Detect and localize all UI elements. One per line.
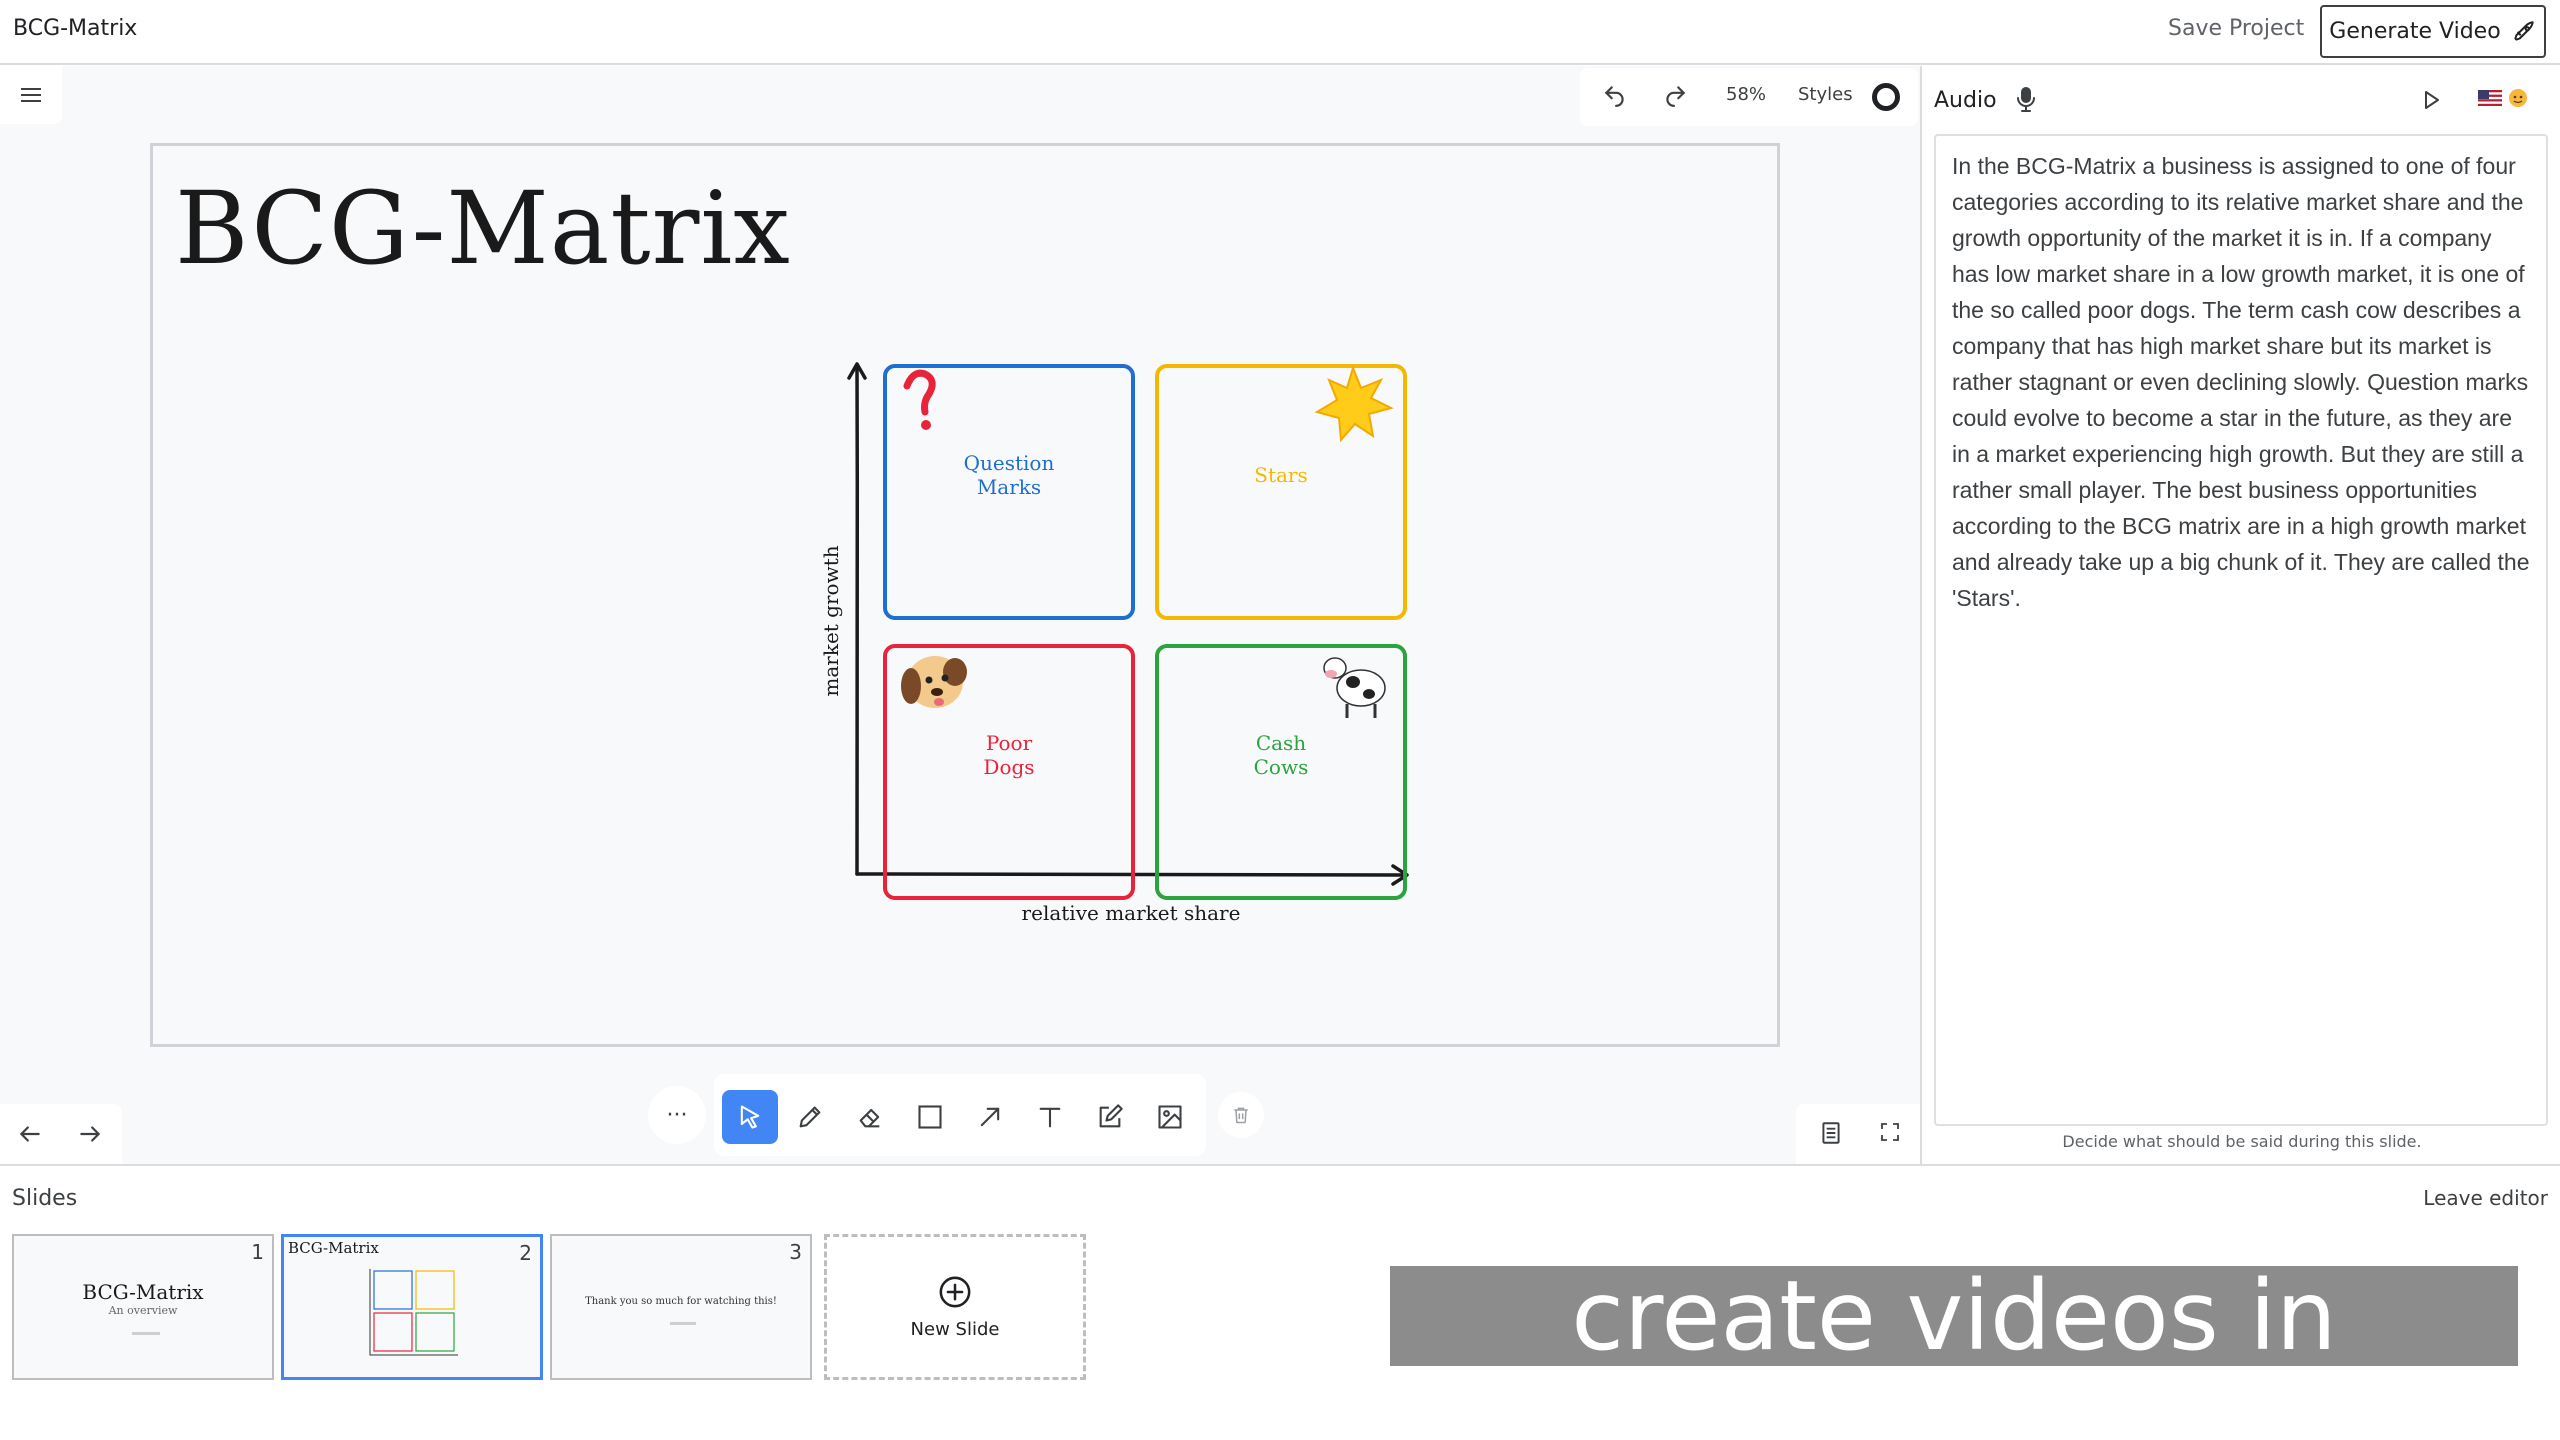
rocket-icon bbox=[2514, 20, 2534, 41]
app-title: BCG-Matrix bbox=[13, 16, 138, 41]
image-icon bbox=[1158, 1105, 1182, 1129]
more-icon: ··· bbox=[666, 1102, 688, 1128]
quadrant-label-dogs: Dogs bbox=[983, 755, 1034, 779]
slides-label: Slides bbox=[12, 1186, 78, 1211]
rectangle-icon bbox=[918, 1105, 942, 1129]
y-axis bbox=[854, 364, 860, 876]
select-tool[interactable] bbox=[722, 1090, 778, 1144]
narration-textarea[interactable]: In the BCG-Matrix a business is assigned… bbox=[1934, 134, 2548, 1126]
pencil-icon bbox=[799, 1106, 821, 1128]
arrow-diagonal-icon bbox=[980, 1107, 1000, 1127]
hamburger-icon bbox=[21, 88, 41, 102]
new-slide-button[interactable]: New Slide bbox=[824, 1234, 1086, 1380]
play-icon bbox=[2425, 91, 2439, 109]
x-axis-label: relative market share bbox=[1022, 901, 1241, 925]
arrow-tool[interactable] bbox=[962, 1090, 1018, 1144]
star-icon bbox=[1314, 364, 1394, 443]
us-flag-icon bbox=[2478, 90, 2502, 106]
more-tools-button[interactable]: ··· bbox=[648, 1086, 706, 1144]
arrow-right-icon bbox=[80, 1126, 101, 1142]
thumb-title: BCG-Matrix bbox=[82, 1280, 204, 1304]
styles-button[interactable]: Styles bbox=[1798, 84, 1853, 105]
edit-note-tool[interactable] bbox=[1082, 1090, 1138, 1144]
style-circle-icon bbox=[1872, 83, 1900, 111]
y-axis-label: market growth bbox=[819, 545, 843, 696]
quadrant-label-cows: Cows bbox=[1254, 755, 1309, 779]
previous-slide-button[interactable] bbox=[12, 1116, 48, 1152]
slide-thumbnail-2[interactable]: 2 BCG-Matrix bbox=[281, 1234, 543, 1380]
top-bar: BCG-Matrix Save Project Generate Video bbox=[0, 0, 2560, 65]
pencil-tool[interactable] bbox=[782, 1090, 838, 1144]
thumb-signature-mark bbox=[670, 1322, 696, 1325]
record-button[interactable] bbox=[2014, 86, 2038, 118]
slide-thumbnail-3[interactable]: 3 Thank you so much for watching this! bbox=[550, 1234, 812, 1380]
add-circle-icon bbox=[939, 1276, 971, 1307]
slide-number: 3 bbox=[789, 1240, 802, 1264]
quadrant-label-poor: Poor bbox=[986, 731, 1033, 755]
thumb-signature-mark bbox=[132, 1332, 160, 1335]
edit-square-icon bbox=[1099, 1104, 1123, 1128]
quadrant-label-marks: Marks bbox=[977, 475, 1041, 499]
save-project-button[interactable]: Save Project bbox=[2168, 16, 2304, 41]
canvas-right-tools bbox=[1796, 1104, 1920, 1164]
redo-icon bbox=[1666, 86, 1686, 107]
zoom-level-button[interactable]: 58% bbox=[1726, 84, 1766, 105]
voice-select[interactable] bbox=[2478, 88, 2528, 108]
next-slide-button[interactable] bbox=[72, 1116, 108, 1152]
question-mark-icon bbox=[903, 369, 936, 430]
delete-button[interactable] bbox=[1218, 1092, 1264, 1138]
narration-hint: Decide what should be said during this s… bbox=[2062, 1132, 2422, 1151]
microphone-icon bbox=[2017, 87, 2035, 112]
text-tool[interactable] bbox=[1022, 1090, 1078, 1144]
cow-icon bbox=[1323, 657, 1386, 718]
style-color-button[interactable] bbox=[1872, 83, 1900, 111]
promo-tagline: create videos in minutes bbox=[1390, 1266, 2518, 1440]
canvas-area: 58% Styles BCG-Matrix market growth rela… bbox=[0, 66, 1920, 1164]
fullscreen-icon bbox=[1881, 1123, 1899, 1141]
thumb-title: Thank you so much for watching this! bbox=[585, 1296, 777, 1307]
rectangle-tool[interactable] bbox=[902, 1090, 958, 1144]
play-audio-button[interactable] bbox=[2420, 86, 2444, 118]
notes-icon bbox=[1822, 1122, 1840, 1144]
image-tool[interactable] bbox=[1142, 1090, 1198, 1144]
redo-button[interactable] bbox=[1662, 82, 1688, 108]
undo-button[interactable] bbox=[1602, 82, 1628, 108]
menu-button[interactable] bbox=[0, 66, 62, 124]
avatar-icon bbox=[2509, 89, 2527, 107]
generate-video-label: Generate Video bbox=[2329, 19, 2501, 44]
canvas-top-toolbar: 58% Styles bbox=[1580, 68, 1918, 126]
bcg-diagram[interactable]: market growth relative market share Ques… bbox=[653, 346, 1413, 966]
quadrant-label-stars: Stars bbox=[1254, 463, 1308, 487]
dog-icon bbox=[901, 656, 967, 708]
styles-label: Styles bbox=[1798, 84, 1853, 105]
slide-thumbnail-1[interactable]: 1 BCG-Matrix An overview bbox=[12, 1234, 274, 1380]
eraser-tool[interactable] bbox=[842, 1090, 898, 1144]
slide-title[interactable]: BCG-Matrix bbox=[175, 170, 791, 287]
leave-editor-button[interactable]: Leave editor bbox=[2423, 1186, 2548, 1210]
thumb-diagram-preview bbox=[369, 1269, 458, 1356]
arrow-left-icon bbox=[19, 1126, 40, 1142]
zoom-level: 58% bbox=[1726, 84, 1767, 105]
audio-label: Audio bbox=[1934, 88, 1997, 113]
undo-icon bbox=[1604, 86, 1624, 107]
slide-canvas[interactable]: BCG-Matrix market growth relative market… bbox=[150, 143, 1780, 1047]
slide-number: 1 bbox=[251, 1240, 264, 1264]
audio-panel: Audio In the BCG-Matrix a business is as… bbox=[1920, 66, 2560, 1164]
fullscreen-button[interactable] bbox=[1878, 1120, 1902, 1144]
trash-icon bbox=[1234, 1107, 1248, 1124]
quadrant-label-cash: Cash bbox=[1256, 731, 1306, 755]
thumb-title: BCG-Matrix bbox=[288, 1239, 379, 1257]
quadrant-label-question: Question bbox=[964, 451, 1055, 475]
slide-number: 2 bbox=[519, 1241, 532, 1265]
text-icon bbox=[1039, 1107, 1061, 1128]
slide-nav bbox=[0, 1104, 122, 1164]
cursor-icon bbox=[740, 1105, 760, 1129]
eraser-icon bbox=[859, 1108, 880, 1128]
generate-video-button[interactable]: Generate Video bbox=[2320, 5, 2546, 58]
slide-notes-button[interactable] bbox=[1818, 1120, 1844, 1146]
new-slide-label: New Slide bbox=[910, 1318, 1000, 1340]
thumb-subtitle: An overview bbox=[108, 1304, 178, 1317]
drawing-toolbar bbox=[714, 1074, 1206, 1156]
